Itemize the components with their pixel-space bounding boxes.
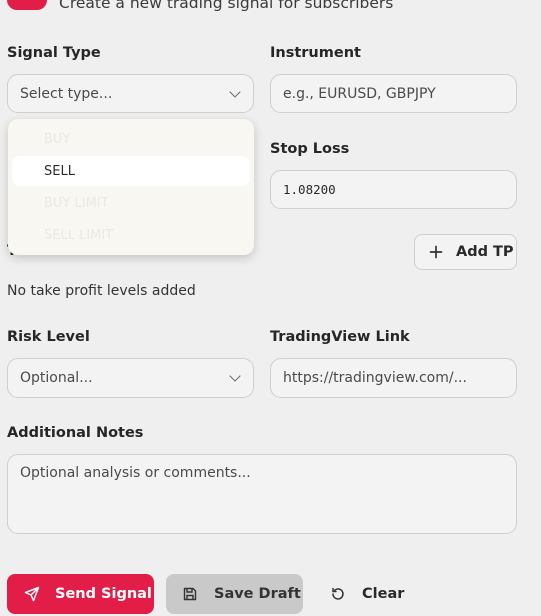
send-signal-label: Send Signal [55, 586, 152, 602]
signal-type-dropdown: BUY SELL BUY LIMIT SELL LIMIT [8, 119, 254, 255]
risk-level-label: Risk Level [7, 329, 90, 345]
save-draft-label: Save Draft [214, 586, 301, 602]
save-draft-button[interactable]: Save Draft [166, 574, 303, 614]
option-sell[interactable]: SELL [12, 156, 250, 186]
option-sell-limit[interactable]: SELL LIMIT [12, 220, 250, 250]
plus-icon [429, 245, 443, 259]
signal-type-label: Signal Type [7, 45, 101, 61]
add-tp-label: Add TP [456, 244, 514, 260]
instrument-label: Instrument [270, 45, 361, 61]
instrument-placeholder: e.g., EURUSD, GBPJPY [283, 85, 436, 102]
instrument-input[interactable]: e.g., EURUSD, GBPJPY [270, 74, 517, 113]
notes-textarea[interactable]: Optional analysis or comments... [7, 454, 517, 534]
stop-loss-input[interactable]: 1.08200 [270, 170, 517, 209]
save-icon [182, 586, 198, 602]
tradingview-placeholder: https://tradingview.com/... [283, 370, 467, 386]
clear-button[interactable]: Clear [315, 574, 417, 614]
add-tp-button[interactable]: Add TP [414, 234, 517, 270]
tradingview-input[interactable]: https://tradingview.com/... [270, 358, 517, 398]
notes-label: Additional Notes [7, 425, 144, 441]
notes-placeholder: Optional analysis or comments... [20, 465, 251, 481]
brand-badge [7, 0, 47, 10]
send-icon [24, 586, 40, 602]
signal-type-value: Select type... [20, 85, 113, 102]
option-buy-limit[interactable]: BUY LIMIT [12, 188, 250, 218]
option-buy[interactable]: BUY [12, 124, 250, 154]
empty-tp-message: No take profit levels added [7, 283, 196, 299]
reset-icon [330, 586, 346, 602]
clear-label: Clear [362, 586, 405, 602]
chevron-down-icon [229, 85, 241, 98]
stop-loss-value: 1.08200 [283, 182, 336, 197]
tradingview-label: TradingView Link [270, 329, 410, 345]
stop-loss-label: Stop Loss [270, 141, 350, 157]
page-subtitle: Create a new trading signal for subscrib… [59, 0, 394, 12]
signal-type-select[interactable]: Select type... [7, 74, 254, 113]
risk-level-select[interactable]: Optional... [7, 358, 254, 398]
chevron-down-icon [229, 370, 241, 382]
risk-level-value: Optional... [20, 370, 93, 386]
send-signal-button[interactable]: Send Signal [7, 574, 154, 614]
